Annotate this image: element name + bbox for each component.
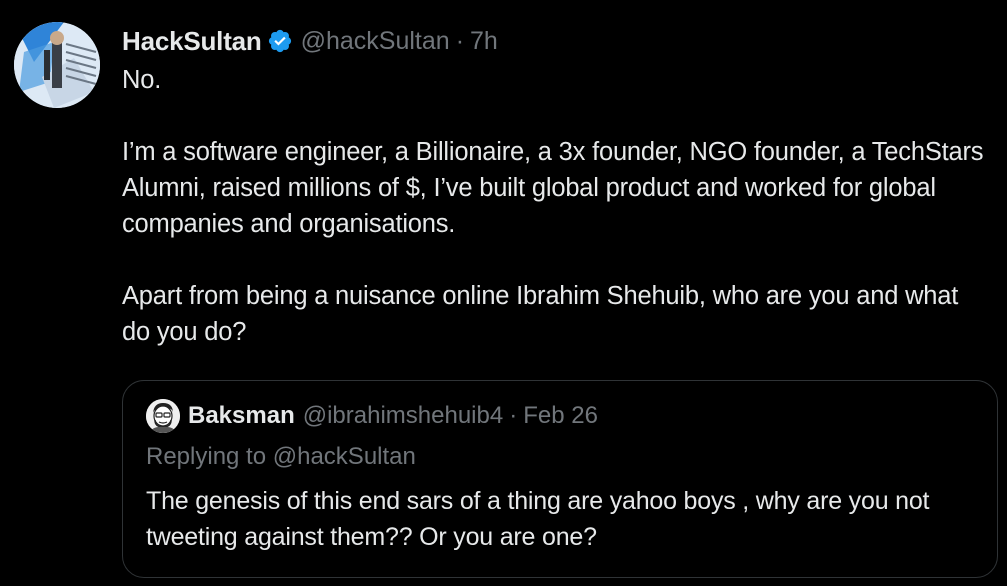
tweet-header: HackSultan @hackSultan · 7h xyxy=(122,25,498,57)
replying-to-handle[interactable]: @hackSultan xyxy=(273,443,416,470)
header-separator: · xyxy=(455,26,465,55)
tweet[interactable]: HackSultan @hackSultan · 7h No. I’m a so… xyxy=(0,0,1007,586)
quoted-author-avatar[interactable] xyxy=(146,399,180,433)
tweet-paragraph: No. xyxy=(122,66,162,94)
tweet-timestamp[interactable]: 7h xyxy=(470,27,498,56)
tweet-paragraph: I’m a software engineer, a Billionaire, … xyxy=(122,138,984,238)
quoted-tweet[interactable]: Baksman @ibrahimshehuib4 · Feb 26 Replyi… xyxy=(122,380,998,578)
quoted-avatar-image xyxy=(146,399,180,433)
quoted-tweet-text: The genesis of this end sars of a thing … xyxy=(146,487,930,551)
tweet-paragraph: Apart from being a nuisance online Ibrah… xyxy=(122,282,959,346)
replying-to: Replying to @hackSultan xyxy=(146,443,416,471)
quoted-header-separator: · xyxy=(509,402,518,429)
author-handle[interactable]: @hackSultan xyxy=(301,27,450,56)
author-avatar[interactable] xyxy=(14,22,100,108)
quoted-tweet-date[interactable]: Feb 26 xyxy=(523,402,598,430)
verified-badge-icon[interactable] xyxy=(267,28,293,54)
avatar-image xyxy=(14,22,100,108)
author-display-name[interactable]: HackSultan xyxy=(122,26,262,57)
replying-to-label: Replying to xyxy=(146,443,267,470)
quoted-author-handle[interactable]: @ibrahimshehuib4 xyxy=(303,402,503,430)
tweet-body: No. I’m a software engineer, a Billionai… xyxy=(122,62,992,350)
quoted-author-display-name[interactable]: Baksman xyxy=(188,402,295,430)
quoted-tweet-header: Baksman @ibrahimshehuib4 · Feb 26 xyxy=(146,399,598,433)
